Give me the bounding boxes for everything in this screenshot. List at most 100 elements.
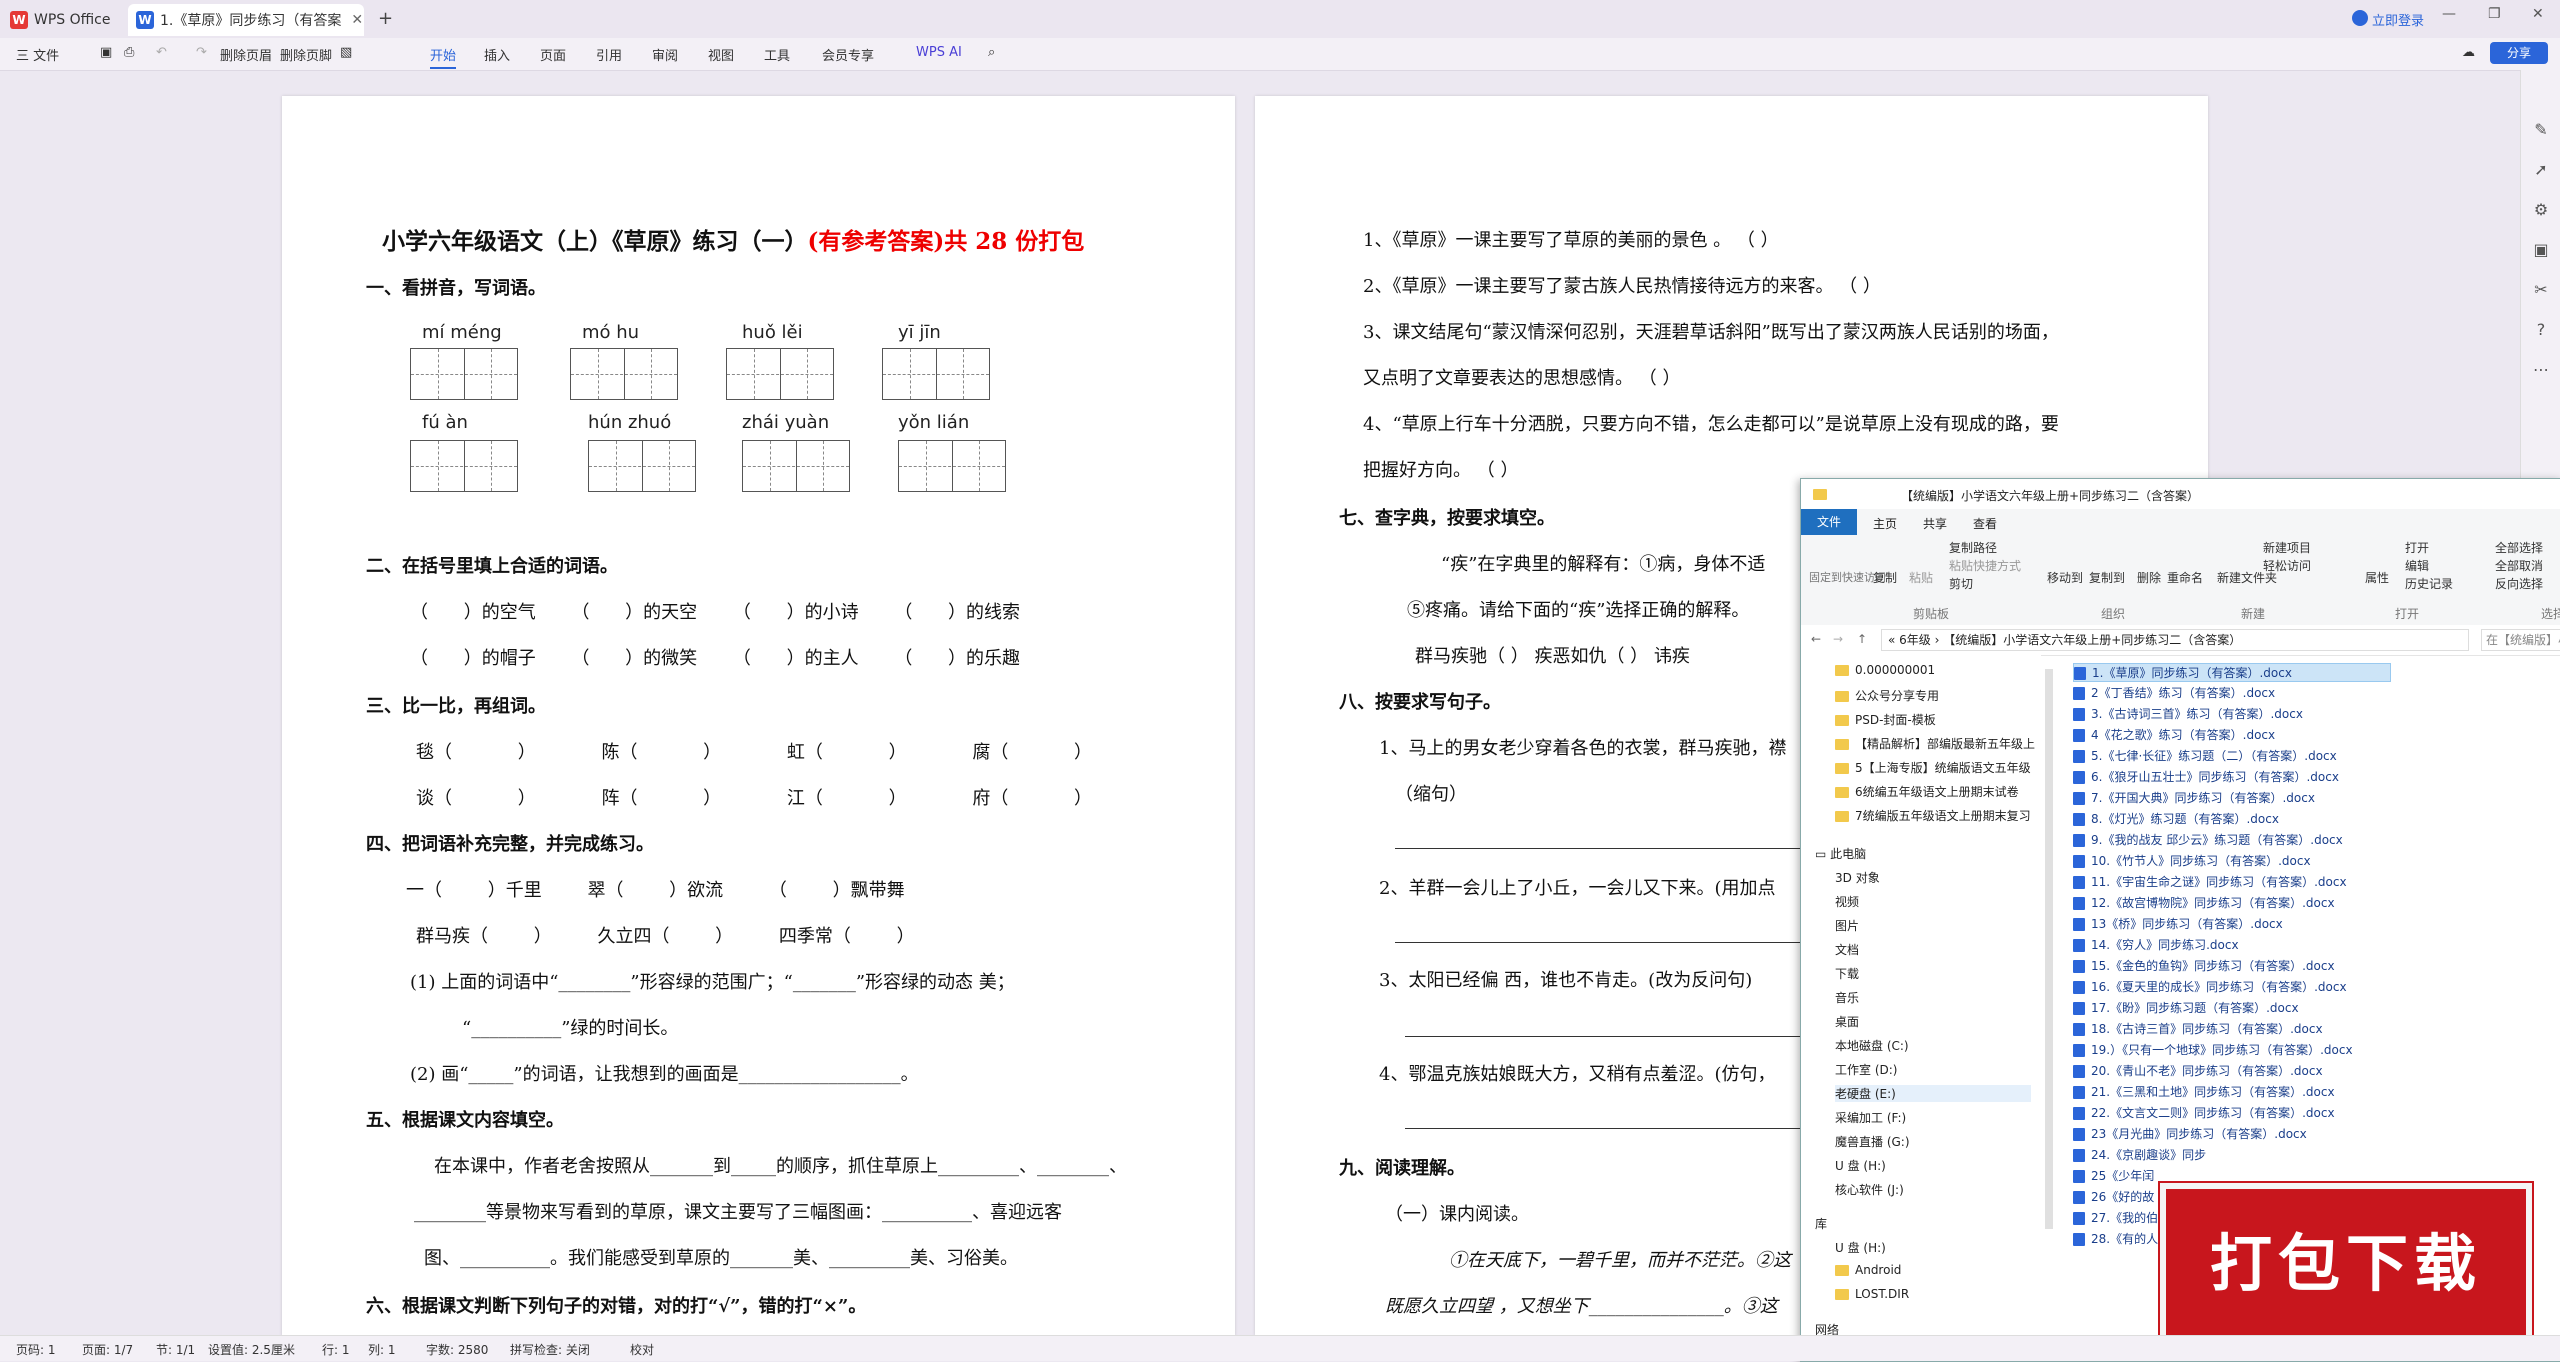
tab-review[interactable]: 审阅 [652,45,678,64]
print-icon[interactable]: ⎙ [124,45,134,60]
file-row[interactable]: 8.《灯光》练习题（有答案）.docx [2073,810,2279,827]
nav-library[interactable]: 库 [1815,1215,1827,1232]
writing-grid[interactable] [570,348,678,400]
status-spell[interactable]: 拼写检查: 关闭 [510,1341,590,1358]
writing-grid[interactable] [882,348,990,400]
file-row[interactable]: 21.《三黑和土地》同步练习（有答案）.docx [2073,1083,2335,1100]
restore-icon[interactable]: ❐ [2488,6,2501,22]
nav-item[interactable]: 桌面 [1835,1013,1859,1030]
invert-selection-button[interactable]: 反向选择 [2495,575,2543,592]
copy-to-button[interactable]: 复制到 [2089,569,2125,586]
document-page-1[interactable]: 小学六年级语文（上）《草原》练习（一）(有参考答案)共 28 份打包 一、看拼音… [282,96,1235,1336]
ribbon-tab-home[interactable]: 主页 [1873,515,1897,532]
nav-item[interactable]: 5【上海专版】统编版语文五年级 [1835,759,2031,776]
edit-button[interactable]: 编辑 [2405,557,2429,574]
writing-grid[interactable] [726,348,834,400]
status-proof[interactable]: 校对 [630,1341,654,1358]
writing-grid[interactable] [588,440,696,492]
file-row[interactable]: 14.《穷人》同步练习.docx [2073,936,2239,953]
new-item-button[interactable]: 新建项目 [2263,539,2311,556]
tab-insert[interactable]: 插入 [484,45,510,64]
forward-icon[interactable]: → [1833,632,1843,646]
open-button[interactable]: 打开 [2405,539,2429,556]
help-icon[interactable]: ? [2531,320,2551,340]
download-banner[interactable]: 打包下载 [2160,1183,2532,1345]
tab-reference[interactable]: 引用 [596,45,622,64]
delete-button[interactable]: 删除 [2137,569,2161,586]
move-to-button[interactable]: 移动到 [2047,569,2083,586]
pen-icon[interactable]: ✎ [2531,120,2551,140]
file-row[interactable]: 15.《金色的鱼钩》同步练习（有答案）.docx [2073,957,2335,974]
delete-footer-button[interactable]: 删除页脚 [280,45,332,64]
file-row[interactable]: 26《好的故 [2073,1188,2154,1205]
nav-item[interactable]: 音乐 [1835,989,1859,1006]
status-pages[interactable]: 页面: 1/7 [82,1341,133,1358]
tab-tools[interactable]: 工具 [764,45,790,64]
writing-grid[interactable] [742,440,850,492]
nav-item[interactable]: 魔兽直播 (G:) [1835,1133,1910,1150]
writing-grid[interactable] [410,440,518,492]
share-button[interactable]: 分享 [2490,42,2548,64]
nav-item[interactable]: 采编加工 (F:) [1835,1109,1906,1126]
close-window-icon[interactable]: ✕ [2532,6,2544,22]
file-row[interactable]: 28.《有的人 [2073,1230,2158,1247]
tools-icon[interactable]: ✂ [2531,280,2551,300]
back-icon[interactable]: ← [1811,632,1821,646]
nav-item[interactable]: LOST.DIR [1835,1287,1909,1301]
address-bar[interactable]: ← → ↑ « 6年级 › 【统编版】小学语文六年级上册+同步练习二（含答案） … [1801,625,2560,656]
search-box[interactable]: 在【统编版】小学语文... [2481,629,2560,651]
select-none-button[interactable]: 全部取消 [2495,557,2543,574]
file-row[interactable]: 5.《七律·长征》练习题（二）（有答案）.docx [2073,747,2337,764]
nav-item[interactable]: 下载 [1835,965,1859,982]
nav-item[interactable]: PSD-封面-模板 [1835,711,1936,728]
up-icon[interactable]: ↑ [1857,632,1867,646]
answer-line[interactable] [1395,848,1855,849]
file-row[interactable]: 22.《文言文二则》同步练习（有答案）.docx [2073,1104,2335,1121]
nav-item[interactable]: 核心软件 (J:) [1835,1181,1904,1198]
tab-wps-ai[interactable]: WPS AI [916,45,962,60]
avatar[interactable] [2352,10,2368,26]
cloud-icon[interactable]: ☁ [2462,45,2475,60]
close-tab-icon[interactable]: ✕ [351,12,363,28]
file-row[interactable]: 24.《京剧趣谈》同步 [2073,1146,2206,1163]
nav-item[interactable]: 0.000000001 [1835,663,1935,677]
search-icon[interactable]: ⌕ [988,45,995,60]
file-row[interactable]: 1.《草原》同步练习（有答案）.docx [2073,663,2391,682]
answer-line[interactable] [1405,1036,1855,1037]
address-path[interactable]: « 6年级 › 【统编版】小学语文六年级上册+同步练习二（含答案） [1881,629,2469,651]
redo-icon[interactable]: ↷ [196,45,207,60]
nav-item[interactable]: U 盘 (H:) [1835,1157,1886,1174]
file-row[interactable]: 18.《古诗三首》同步练习（有答案）.docx [2073,1020,2323,1037]
answer-line[interactable] [1395,942,1855,943]
nav-item[interactable]: U 盘 (H:) [1835,1239,1886,1256]
nav-item[interactable]: 公众号分享专用 [1835,687,1939,704]
nav-item[interactable]: 视频 [1835,893,1859,910]
easy-access-button[interactable]: 轻松访问 [2263,557,2311,574]
file-row[interactable]: 4《花之歌》练习（有答案）.docx [2073,726,2275,743]
file-row[interactable]: 10.《竹节人》同步练习（有答案）.docx [2073,852,2311,869]
file-row[interactable]: 13《桥》同步练习（有答案）.docx [2073,915,2283,932]
paste-button[interactable]: 粘贴 [1909,569,1933,586]
nav-scrollbar[interactable] [2045,669,2053,1229]
file-row[interactable]: 2《丁香结》练习（有答案）.docx [2073,684,2275,701]
nav-item[interactable]: 【精品解析】部编版最新五年级上 [1835,735,2035,752]
writing-grid[interactable] [898,440,1006,492]
answer-line[interactable] [1405,1128,1855,1129]
file-row[interactable]: 17.《盼》同步练习题（有答案）.docx [2073,999,2299,1016]
nav-item[interactable]: 3D 对象 [1835,869,1880,886]
ribbon-tab-view[interactable]: 查看 [1973,515,1997,532]
tab-wps-office[interactable]: W WPS Office [10,4,128,36]
tab-document[interactable]: W 1.《草原》同步练习（有答案 ✕ [128,4,364,36]
nav-item[interactable]: 6统编五年级语文上册期末试卷 [1835,783,2019,800]
file-row[interactable]: 12.《故宫博物院》同步练习（有答案）.docx [2073,894,2335,911]
history-button[interactable]: 历史记录 [2405,575,2453,592]
properties-button[interactable]: 属性 [2365,569,2389,586]
file-row[interactable]: 11.《宇宙生命之谜》同步练习（有答案）.docx [2073,873,2347,890]
writing-grid[interactable] [410,348,518,400]
ribbon-tab-share[interactable]: 共享 [1923,515,1947,532]
paste-shortcut-button[interactable]: 粘贴快捷方式 [1949,557,2021,574]
nav-item[interactable]: 本地磁盘 (C:) [1835,1037,1909,1054]
file-row[interactable]: 19.）《只有一个地球》同步练习（有答案）.docx [2073,1041,2353,1058]
nav-item[interactable]: 7统编版五年级语文上册期末复习 [1835,807,2031,824]
new-tab-icon[interactable]: + [378,8,393,29]
